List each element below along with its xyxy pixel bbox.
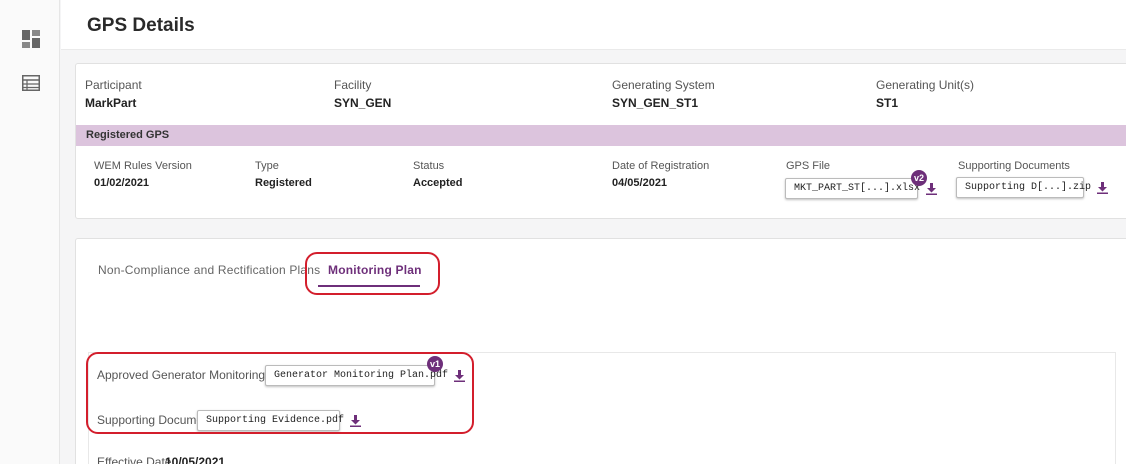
supporting-documents-download-button[interactable]: Supporting D[...].zip: [956, 177, 1109, 198]
top-bar: [61, 0, 1126, 50]
gps-file-version-badge: v2: [911, 170, 927, 186]
generating-system-label: Generating System: [612, 78, 715, 92]
gps-file-download-button[interactable]: MKT_PART_ST[...].xlsx: [785, 178, 938, 199]
gps-file-label: GPS File: [786, 160, 831, 172]
registered-gps-band: Registered GPS: [76, 125, 1126, 146]
wem-rules-version-value: 01/02/2021: [94, 177, 150, 189]
generating-units-label: Generating Unit(s): [876, 78, 975, 92]
facility-label: Facility: [334, 78, 372, 92]
download-icon: [1097, 181, 1109, 194]
registered-gps-heading: Registered GPS: [86, 129, 170, 141]
supporting-documents-file-name: Supporting D[...].zip: [965, 182, 1092, 193]
generating-system-value: SYN_GEN_ST1: [612, 96, 699, 110]
download-icon: [926, 182, 938, 195]
effective-date-label: Effective Date: [97, 455, 172, 464]
rail-item-table[interactable]: [20, 72, 42, 94]
participant-value: MarkPart: [85, 96, 137, 110]
date-of-registration-label: Date of Registration: [612, 160, 710, 172]
type-label: Type: [255, 160, 279, 172]
type-value: Registered: [255, 177, 312, 189]
effective-date-value: 10/05/2021: [165, 455, 226, 464]
supporting-documents-label: Supporting Documents: [958, 160, 1070, 172]
left-rail: [0, 0, 60, 464]
tab-highlight-outline: [305, 252, 440, 295]
dashboard-icon: [22, 30, 40, 48]
status-value: Accepted: [413, 177, 463, 189]
facility-value: SYN_GEN: [334, 96, 392, 110]
status-label: Status: [413, 160, 445, 172]
tab-non-compliance[interactable]: Non-Compliance and Rectification Plans: [98, 263, 320, 277]
page-title: GPS Details: [87, 15, 195, 36]
monitoring-plan-highlight-outline: [86, 352, 474, 434]
gps-file-name: MKT_PART_ST[...].xlsx: [794, 183, 921, 194]
participant-label: Participant: [85, 78, 142, 92]
rail-item-dashboard[interactable]: [20, 28, 42, 50]
date-of-registration-value: 04/05/2021: [612, 177, 668, 189]
wem-rules-version-label: WEM Rules Version: [94, 160, 192, 172]
table-list-icon: [22, 75, 40, 91]
generating-units-value: ST1: [876, 96, 899, 110]
